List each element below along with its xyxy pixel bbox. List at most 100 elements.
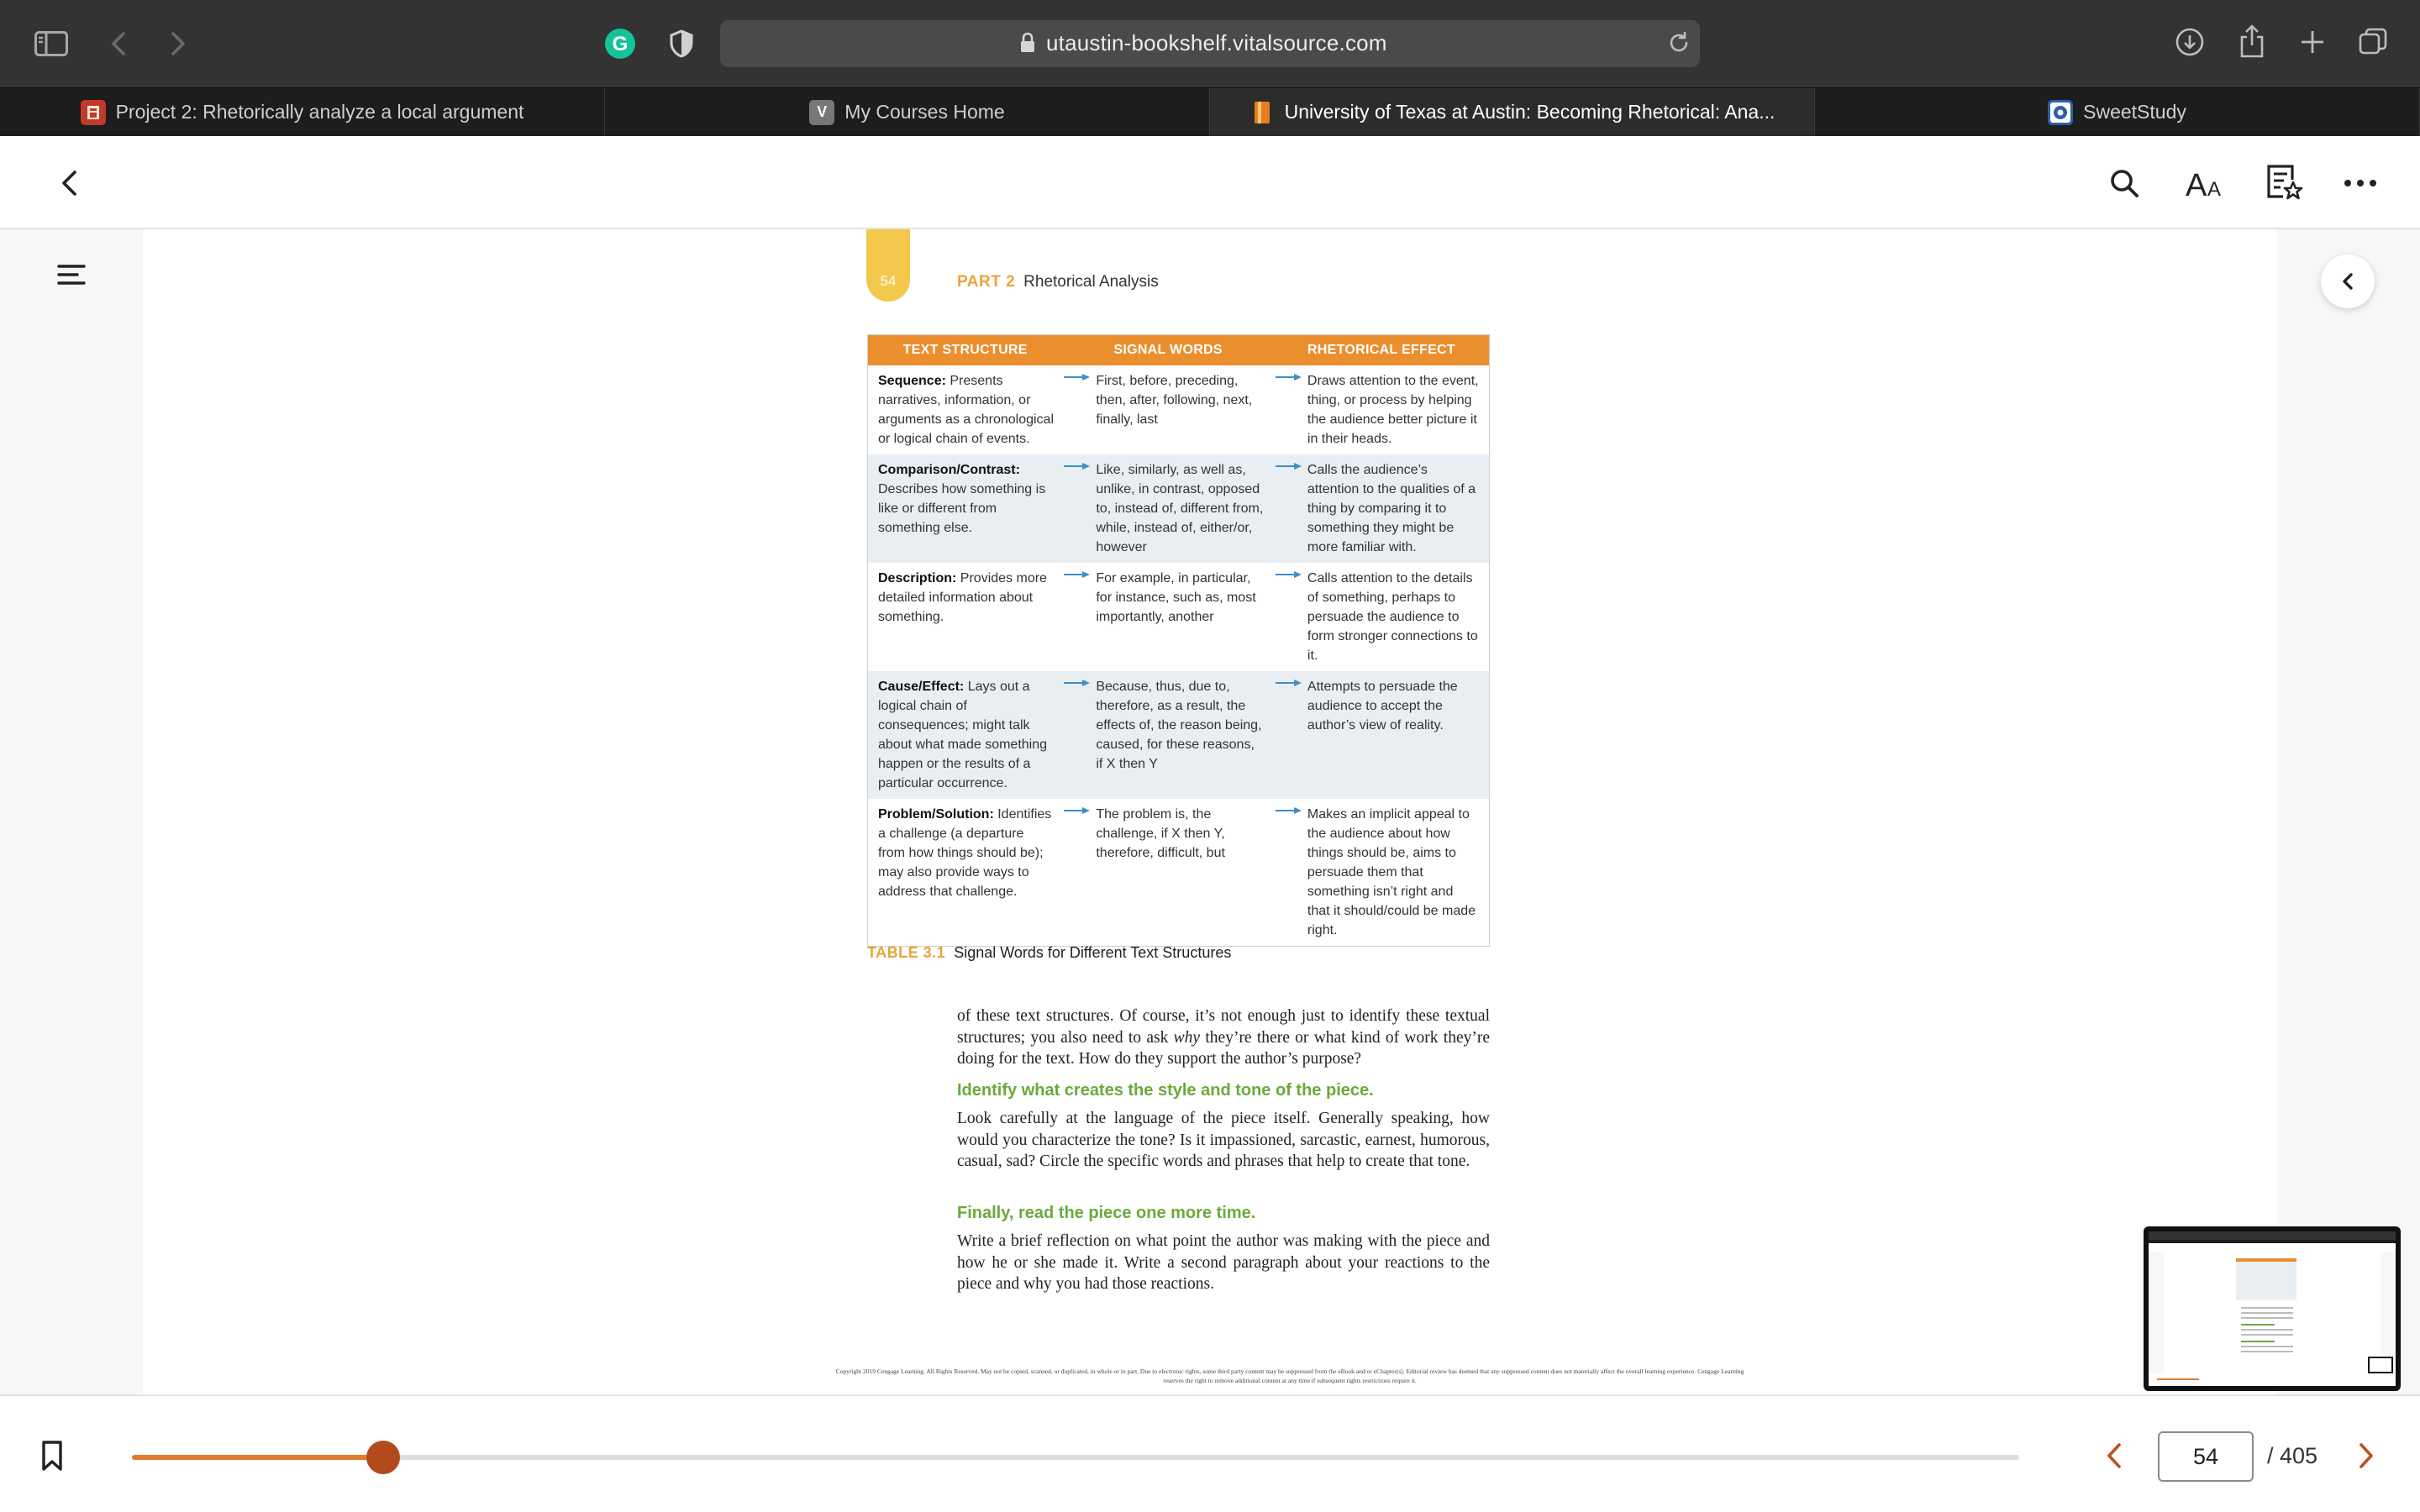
table-caption: TABLE 3.1 Signal Words for Different Text… — [867, 944, 1231, 962]
reader-body: 54 PART 2 Rhetorical Analysis TEXT STRUCT… — [0, 229, 2420, 1394]
text-structure-cell: Sequence: Presents narratives, informati… — [868, 365, 1063, 454]
rhetorical-effect-cell: Calls attention to the details of someth… — [1274, 563, 1490, 671]
running-head: PART 2 Rhetorical Analysis — [957, 273, 1159, 291]
rhetorical-effect: Calls the audience’s attention to the qu… — [1307, 462, 1476, 554]
tab-title: SweetStudy — [2083, 101, 2186, 123]
signal-words-cell: Like, similarly, as well as, unlike, in … — [1062, 454, 1274, 563]
arrow-icon — [1064, 679, 1091, 686]
chevron-left-icon — [2343, 273, 2353, 290]
signal-words-cell: For example, in particular, for instance… — [1062, 563, 1274, 671]
tab-sweetstudy[interactable]: SweetStudy — [1815, 88, 2420, 136]
signal-words-table: TEXT STRUCTURE SIGNAL WORDS RHETORICAL E… — [867, 334, 1490, 947]
rhetorical-effect-cell: Calls the audience’s attention to the qu… — [1273, 454, 1490, 563]
structure-description: Describes how something is like or diffe… — [878, 481, 1046, 535]
svg-text:G: G — [613, 33, 629, 55]
back-chevron-icon[interactable] — [54, 165, 84, 202]
tab-becoming-rhetorical[interactable]: University of Texas at Austin: Becoming … — [1210, 88, 1815, 136]
lock-icon — [1019, 32, 1036, 58]
bookmark-icon[interactable] — [40, 1440, 64, 1476]
tab-title: Project 2: Rhetorically analyze a local … — [115, 101, 524, 123]
share-icon[interactable] — [2235, 22, 2269, 60]
sidebar-toggle-icon[interactable] — [32, 27, 71, 60]
text-size-icon[interactable]: AA — [2185, 161, 2225, 203]
table-row: Problem/Solution: Identifies a challenge… — [868, 799, 1490, 947]
signal-words-cell: Because, thus, due to, therefore, as a r… — [1062, 670, 1274, 799]
tab-overview-icon[interactable] — [2356, 25, 2390, 59]
arrow-icon — [1275, 570, 1302, 578]
arrow-icon — [1064, 570, 1091, 578]
table-row: Comparison/Contrast: Describes how somet… — [867, 454, 1490, 563]
page-number-label: 54 — [880, 273, 897, 289]
tab-project-2[interactable]: Project 2: Rhetorically analyze a local … — [0, 88, 605, 136]
body-paragraph: Write a brief reflection on what point t… — [957, 1232, 1490, 1293]
previous-page-icon[interactable] — [2104, 1441, 2124, 1474]
privacy-shield-icon[interactable] — [666, 27, 697, 60]
back-icon[interactable] — [106, 27, 131, 60]
arrow-icon — [1064, 373, 1091, 381]
next-page-icon[interactable] — [2356, 1441, 2376, 1474]
downloads-icon[interactable] — [2173, 25, 2207, 59]
screen-thumbnail-preview[interactable] — [2144, 1226, 2401, 1391]
table-row: Description: Provides more detailed info… — [868, 563, 1490, 671]
reader-header: AA — [0, 136, 2420, 229]
arrow-icon — [1275, 679, 1302, 686]
address-bar[interactable]: utaustin-bookshelf.vitalsource.com — [720, 20, 1700, 67]
collapse-panel-button[interactable] — [2321, 255, 2375, 308]
rhetorical-effect-cell: Draws attention to the event, thing, or … — [1274, 365, 1490, 454]
tab-favicon-icon — [80, 99, 106, 125]
reader-footer: / 405 — [0, 1394, 2420, 1512]
tab-favicon-icon — [2048, 99, 2074, 125]
section-heading: Identify what creates the style and tone… — [957, 1081, 1374, 1100]
signal-words-cell: The problem is, the challenge, if X then… — [1062, 799, 1274, 947]
table-caption-label: TABLE 3.1 — [867, 944, 946, 961]
more-options-icon[interactable] — [2341, 165, 2380, 202]
rhetorical-effect: Makes an implicit appeal to the audience… — [1307, 806, 1476, 937]
notes-star-icon[interactable] — [2264, 161, 2304, 203]
text-structure-cell: Cause/Effect: Lays out a logical chain o… — [867, 670, 1063, 799]
svg-text:A: A — [2207, 178, 2221, 199]
page-number-input[interactable] — [2158, 1431, 2254, 1482]
signal-words: First, before, preceding, then, after, f… — [1096, 373, 1253, 427]
body-paragraph: Look carefully at the language of the pi… — [957, 1110, 1490, 1170]
browser-toolbar: G utaustin-bookshelf.vitalsource.com — [0, 0, 2420, 87]
table-header: SIGNAL WORDS — [1062, 334, 1274, 365]
table-row: Sequence: Presents narratives, informati… — [868, 365, 1490, 454]
text-structure-cell: Comparison/Contrast: Describes how somet… — [867, 454, 1063, 563]
tab-title: My Courses Home — [844, 101, 1005, 123]
part-label: PART 2 — [957, 273, 1016, 291]
new-tab-icon[interactable] — [2296, 25, 2329, 59]
structure-term: Problem/Solution: — [878, 806, 994, 822]
part-title: Rhetorical Analysis — [1023, 273, 1159, 291]
emphasis-text: why — [1173, 1028, 1201, 1047]
section-heading: Finally, read the piece one more time. — [957, 1204, 1256, 1222]
signal-words: Because, thus, due to, therefore, as a r… — [1096, 679, 1262, 771]
tab-favicon-icon — [1249, 100, 1275, 125]
text-structure-cell: Description: Provides more detailed info… — [868, 563, 1063, 671]
forward-icon[interactable] — [166, 27, 191, 60]
arrow-icon — [1064, 806, 1091, 814]
page-progress-slider[interactable] — [132, 1441, 2019, 1474]
rhetorical-effect-cell: Makes an implicit appeal to the audience… — [1274, 799, 1490, 947]
table-of-contents-icon[interactable] — [57, 263, 86, 291]
grammarly-extension-icon[interactable]: G — [603, 27, 637, 60]
text-structure-cell: Problem/Solution: Identifies a challenge… — [868, 799, 1063, 947]
tab-my-courses-home[interactable]: V My Courses Home — [605, 88, 1210, 136]
table-header: TEXT STRUCTURE — [867, 334, 1063, 365]
arrow-icon — [1064, 462, 1091, 470]
url-text: utaustin-bookshelf.vitalsource.com — [1046, 30, 1387, 55]
page-total-label: / 405 — [2267, 1443, 2318, 1468]
signal-words-cell: First, before, preceding, then, after, f… — [1062, 365, 1274, 454]
progress-slider-handle[interactable] — [366, 1441, 400, 1474]
structure-term: Sequence: — [878, 373, 946, 388]
search-icon[interactable] — [2106, 165, 2143, 202]
structure-term: Description: — [878, 570, 957, 585]
arrow-icon — [1275, 462, 1302, 470]
reload-icon[interactable] — [1666, 30, 1691, 60]
signal-words: The problem is, the challenge, if X then… — [1096, 806, 1225, 860]
progress-fill — [132, 1455, 383, 1460]
rhetorical-effect: Calls attention to the details of someth… — [1307, 570, 1478, 663]
arrow-icon — [1275, 373, 1302, 381]
table-header: RHETORICAL EFFECT — [1273, 334, 1490, 365]
page-number-tab: 54 — [866, 229, 910, 302]
book-page: 54 PART 2 Rhetorical Analysis TEXT STRUCT… — [143, 229, 2277, 1394]
